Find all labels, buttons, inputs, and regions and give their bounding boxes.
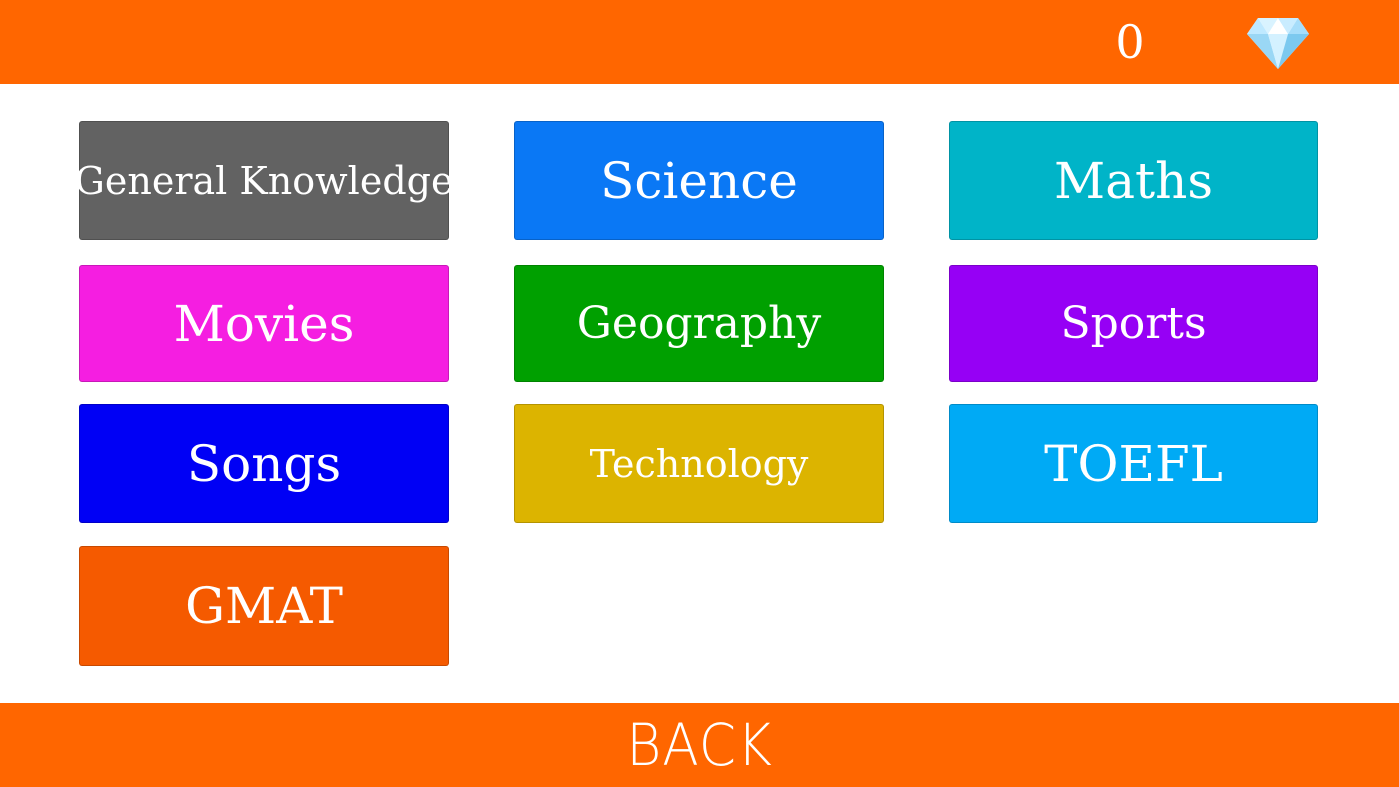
category-toefl[interactable]: TOEFL bbox=[949, 404, 1318, 523]
category-songs[interactable]: Songs bbox=[79, 404, 449, 523]
back-label: BACK bbox=[626, 711, 773, 779]
category-sports[interactable]: Sports bbox=[949, 265, 1318, 382]
category-grid: General Knowledge Science Maths Movies G… bbox=[0, 0, 1399, 787]
category-movies[interactable]: Movies bbox=[79, 265, 449, 382]
category-general-knowledge[interactable]: General Knowledge bbox=[75, 121, 453, 240]
category-maths[interactable]: Maths bbox=[949, 121, 1318, 240]
back-button[interactable]: BACK bbox=[0, 703, 1399, 787]
category-gmat[interactable]: GMAT bbox=[79, 546, 449, 666]
category-science[interactable]: Science bbox=[514, 121, 884, 240]
category-technology[interactable]: Technology bbox=[514, 404, 884, 523]
category-geography[interactable]: Geography bbox=[514, 265, 884, 382]
